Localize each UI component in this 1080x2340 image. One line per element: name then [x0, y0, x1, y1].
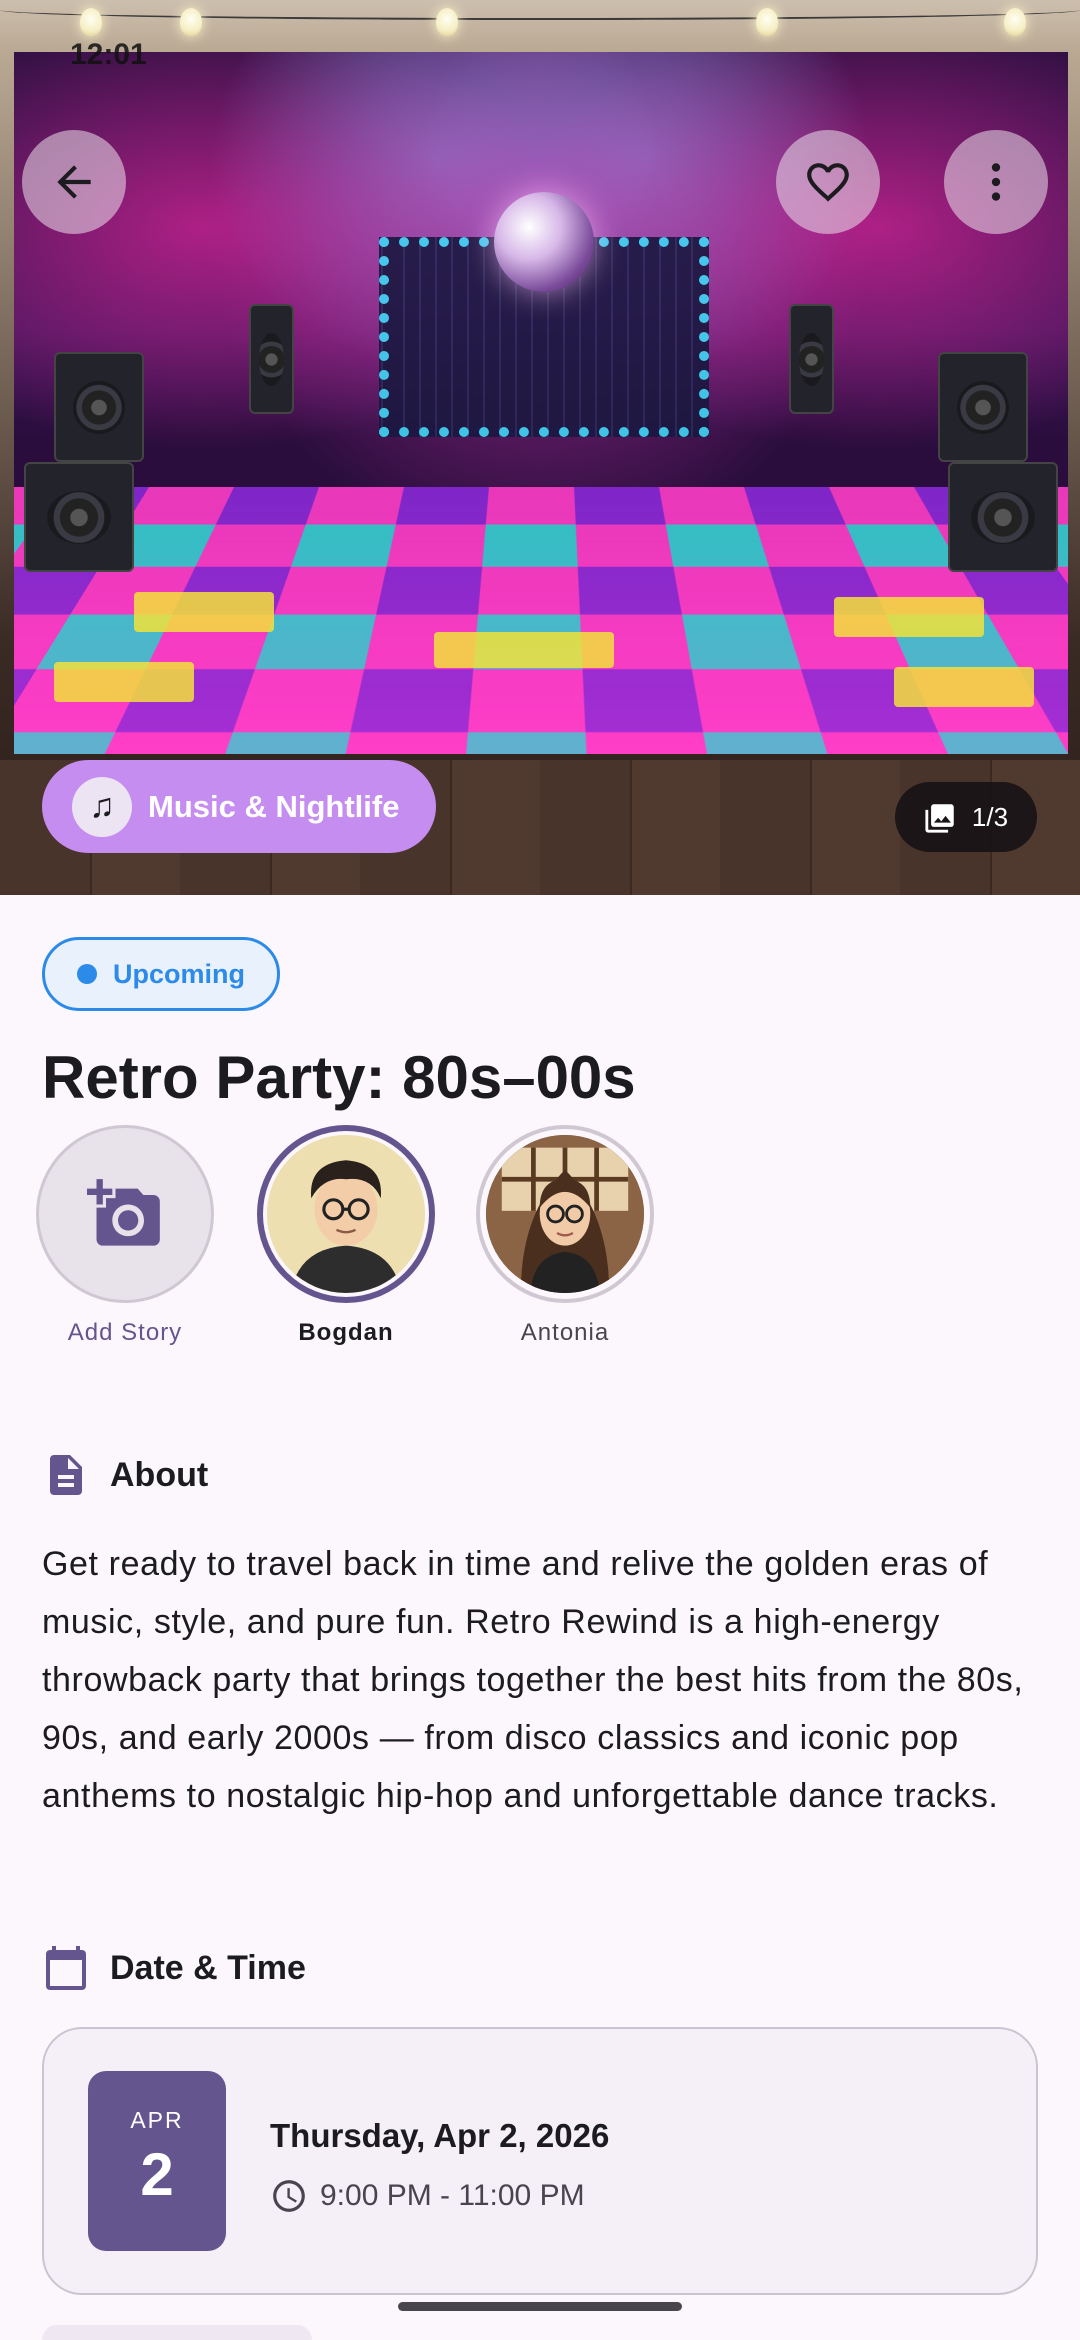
story-ring: [476, 1125, 654, 1303]
image-counter-text: 1/3: [971, 801, 1009, 832]
light-bulb: [180, 8, 202, 36]
date-badge: APR 2: [88, 2071, 226, 2251]
floor-tile: [434, 632, 614, 668]
favorite-button[interactable]: [776, 130, 880, 234]
music-notes-icon: ♫: [72, 776, 132, 837]
time-range: 9:00 PM - 11:00 PM: [320, 2179, 585, 2212]
date-time-heading: Date & Time: [110, 1948, 306, 1987]
time-row: 9:00 PM - 11:00 PM: [270, 2177, 585, 2215]
image-counter[interactable]: 1/3: [895, 782, 1037, 852]
document-icon: [50, 1455, 82, 1495]
back-button[interactable]: [22, 130, 126, 234]
speaker: [789, 304, 834, 414]
floor-tile: [894, 667, 1034, 707]
about-section-header: About: [42, 1451, 208, 1499]
story-ring-active: [257, 1125, 435, 1303]
speaker: [249, 304, 294, 414]
add-story-button[interactable]: Add Story: [36, 1125, 214, 1347]
photo-library-icon: [925, 804, 954, 833]
hero-image[interactable]: 12:01 ♫ Music & Nightlife 1/3: [0, 0, 1080, 895]
speaker: [948, 462, 1058, 572]
about-heading: About: [110, 1455, 209, 1494]
speaker: [54, 352, 144, 462]
status-time: 12:01: [70, 38, 147, 71]
add-photo-icon: [87, 1179, 160, 1246]
more-options-button[interactable]: [944, 130, 1048, 234]
calendar-icon: [46, 1946, 86, 1990]
story-bogdan[interactable]: Bogdan: [257, 1125, 435, 1347]
light-bulb: [1004, 8, 1026, 36]
add-story-label: Add Story: [67, 1319, 183, 1346]
about-description: Get ready to travel back in time and rel…: [42, 1545, 1024, 1815]
date-time-card[interactable]: APR 2 Thursday, Apr 2, 2026 9:00 PM - 11…: [42, 2027, 1038, 2295]
heart-outline-icon: [807, 163, 849, 202]
next-section-peek: [42, 2325, 312, 2340]
speaker: [938, 352, 1028, 462]
more-vert-icon: [991, 163, 1001, 201]
avatar: [267, 1135, 425, 1293]
string-lights: [0, 0, 1080, 45]
disco-scene: [14, 52, 1068, 754]
story-name: Antonia: [520, 1319, 610, 1346]
light-bulb: [80, 8, 102, 36]
light-bulb: [436, 8, 458, 36]
story-antonia[interactable]: Antonia: [476, 1125, 654, 1347]
story-name: Bogdan: [298, 1319, 394, 1346]
light-bulb: [756, 8, 778, 36]
arrow-back-icon: [57, 165, 91, 199]
floor-tile: [54, 662, 194, 702]
home-indicator[interactable]: [398, 2302, 682, 2311]
status-dot: [77, 964, 97, 984]
event-title: Retro Party: 80s–00s: [42, 1044, 636, 1111]
date-day: 2: [140, 2141, 174, 2208]
clock-icon: [273, 2180, 305, 2212]
floor-tile: [134, 592, 274, 632]
date-month: APR: [130, 2107, 184, 2133]
add-story-circle[interactable]: [36, 1125, 214, 1303]
speaker: [24, 462, 134, 572]
category-label: Music & Nightlife: [148, 788, 400, 824]
category-chip[interactable]: ♫ Music & Nightlife: [42, 760, 436, 853]
date-full: Thursday, Apr 2, 2026: [270, 2117, 610, 2154]
date-time-section-header: Date & Time: [42, 1944, 306, 1992]
status-text: Upcoming: [113, 958, 245, 989]
disco-ball: [494, 192, 594, 292]
floor-tile: [834, 597, 984, 637]
avatar: [486, 1135, 644, 1293]
status-badge: Upcoming: [42, 937, 280, 1011]
